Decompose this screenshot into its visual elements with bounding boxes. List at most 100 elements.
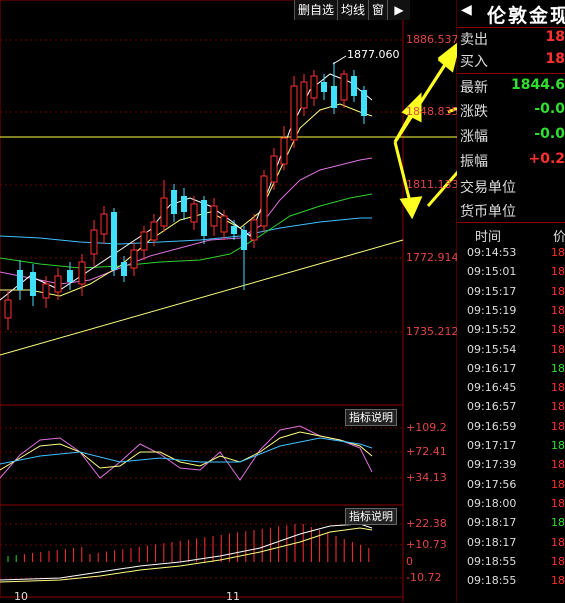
ind2-label-2: +10.73 xyxy=(406,538,447,551)
tick-price: 18 xyxy=(551,439,565,452)
tick-row: 09:15:19 18 xyxy=(457,304,565,324)
tick-time: 09:18:55 xyxy=(467,554,517,568)
latest-value: 1844.6 xyxy=(510,77,565,93)
ind1-label-2: +72.41 xyxy=(406,445,447,458)
buy-label: 买入 xyxy=(460,54,488,70)
tick-row: 09:18:00 18 xyxy=(457,497,565,517)
tick-row: 09:16:59 18 xyxy=(457,420,565,440)
candle-body xyxy=(331,86,337,108)
tick-time: 09:14:53 xyxy=(467,246,517,259)
moving-average-button[interactable]: 均线 xyxy=(337,0,369,20)
tick-time: 09:18:00 xyxy=(467,496,517,510)
candle-body xyxy=(121,262,127,276)
candle-body xyxy=(201,200,207,236)
tick-row: 09:14:53 18 xyxy=(457,246,565,266)
window-button[interactable]: 窗 xyxy=(368,0,388,20)
price-gridlines xyxy=(0,39,403,579)
tick-time: 09:15:01 xyxy=(467,265,517,279)
instrument-title-bar: ◀ 伦敦金现 xyxy=(457,0,565,27)
tick-price: 18 xyxy=(551,342,565,356)
amplitude-value: +0.2 xyxy=(528,151,565,167)
high-marker-line xyxy=(332,55,347,65)
price-label-4: 1772.914 xyxy=(406,251,459,264)
candle-body xyxy=(67,270,73,282)
latest-row: 最新 1844.6 xyxy=(457,75,565,97)
tick-row: 09:16:57 18 xyxy=(457,400,565,420)
sell-label: 卖出 xyxy=(460,32,488,48)
tick-time: 09:17:56 xyxy=(467,477,517,491)
change-row: 涨跌 -0.0 xyxy=(457,99,565,121)
tick-price: 18 xyxy=(551,246,565,259)
tick-row: 09:17:39 18 xyxy=(457,458,565,478)
collapse-panel-icon[interactable]: ▶ xyxy=(387,0,411,20)
candle-body xyxy=(280,137,288,165)
candle-body xyxy=(231,226,237,234)
amplitude-label: 振幅 xyxy=(460,154,488,170)
tick-time: 09:16:57 xyxy=(467,400,517,414)
candle-body xyxy=(270,155,278,183)
candle-body xyxy=(321,82,327,92)
tick-price: 18 xyxy=(551,516,565,530)
trade-unit-row: 交易单位 xyxy=(457,175,565,197)
candle-body xyxy=(54,275,62,293)
candle-body xyxy=(290,85,298,141)
percent-label: 涨幅 xyxy=(460,129,488,145)
currency-unit-label: 货币单位 xyxy=(460,204,516,220)
indicator2-info-button[interactable]: 指标说明 xyxy=(345,508,397,525)
candle-body xyxy=(90,229,98,255)
tick-price: 18 xyxy=(551,303,565,317)
candle-body xyxy=(351,76,357,96)
tick-time: 09:15:17 xyxy=(467,284,517,298)
tick-row: 09:16:17 18 xyxy=(457,362,565,382)
tick-row: 09:18:17 18 xyxy=(457,536,565,556)
buy-row: 买入 18 xyxy=(457,49,565,71)
price-label-5: 1735.212 xyxy=(406,325,459,338)
tick-price: 18 xyxy=(551,265,565,279)
ind1-label-1: +109.2 xyxy=(406,421,447,434)
ind1-line-yellow xyxy=(0,431,373,471)
trend-line[interactable] xyxy=(0,239,404,356)
candle-body xyxy=(100,213,108,235)
tick-row: 09:18:55 18 xyxy=(457,574,565,594)
indicator1-info-button[interactable]: 指标说明 xyxy=(345,409,397,426)
currency-unit-row: 货币单位 xyxy=(457,199,565,221)
candle-body xyxy=(300,81,308,109)
candle-body xyxy=(190,203,198,223)
tick-price: 18 xyxy=(551,554,565,568)
tick-price: 18 xyxy=(551,535,565,549)
prev-instrument-icon[interactable]: ◀ xyxy=(461,2,472,18)
percent-value: -0.0 xyxy=(534,126,565,142)
tick-time: 09:17:17 xyxy=(467,439,517,452)
ind2-label-4: -10.72 xyxy=(406,571,442,584)
tick-time: 09:16:45 xyxy=(467,381,517,395)
candle-body xyxy=(130,249,138,269)
candle-body xyxy=(250,219,258,241)
tick-time: 09:15:19 xyxy=(467,303,517,317)
tick-time: 09:18:55 xyxy=(467,574,517,588)
ma-line-white xyxy=(0,73,373,301)
ind1-line-magenta xyxy=(0,425,373,481)
trade-unit-label: 交易单位 xyxy=(460,180,516,196)
sell-row: 卖出 18 xyxy=(457,27,565,49)
quote-panel: ◀ 伦敦金现 卖出 18 买入 18 最新 1844.6 涨跌 -0.0 涨幅 … xyxy=(457,0,565,602)
tick-row: 09:15:01 18 xyxy=(457,265,565,285)
indicator2-frame xyxy=(0,504,404,598)
candles-group[interactable] xyxy=(4,62,367,330)
candle-body xyxy=(241,230,247,250)
tick-price: 18 xyxy=(551,419,565,433)
tick-time: 09:18:17 xyxy=(467,535,517,549)
candle-body xyxy=(111,212,117,270)
tick-row: 09:15:54 18 xyxy=(457,343,565,363)
tick-price: 18 xyxy=(551,284,565,298)
candle-body xyxy=(171,190,177,214)
tick-price: 18 xyxy=(551,574,565,588)
remove-favorite-button[interactable]: 删自选 xyxy=(294,0,338,20)
macd-line-yellow xyxy=(0,527,373,583)
tick-row: 09:17:17 18 xyxy=(457,439,565,459)
tick-row: 09:15:17 18 xyxy=(457,285,565,305)
price-label-2: 1848.835 xyxy=(406,105,459,118)
tick-price: 18 xyxy=(551,458,565,472)
ind2-label-1: +22.38 xyxy=(406,517,447,530)
candle-body xyxy=(210,205,218,227)
instrument-title: 伦敦金现 xyxy=(487,5,565,27)
